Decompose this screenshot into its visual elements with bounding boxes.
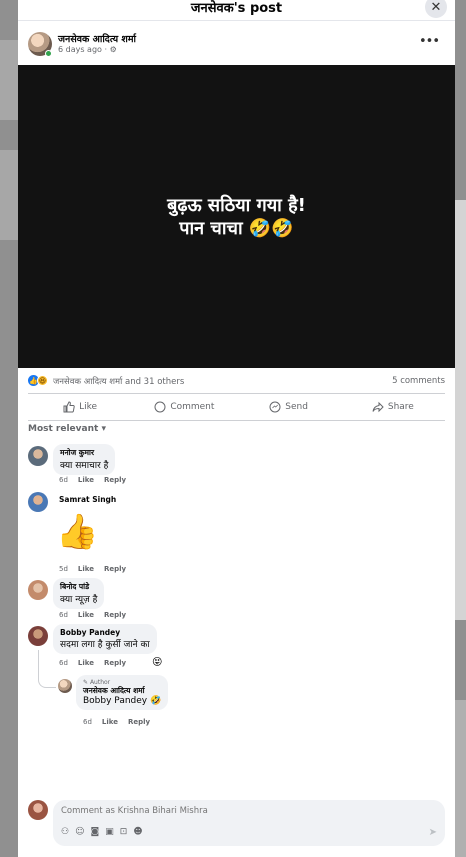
comment-bubble: Bobby Pandey सदमा लगा है कुर्सी जाने का (53, 624, 157, 654)
comment-input[interactable] (61, 806, 361, 816)
reaction-tongue-icon[interactable]: 😝 (152, 657, 162, 668)
comment-meta: 6d Like Reply (59, 611, 136, 619)
comment-meta: 6d Like Reply (83, 718, 160, 726)
comment-time[interactable]: 6d (59, 611, 68, 619)
comment-reply-button[interactable]: Reply (128, 718, 150, 726)
comment-reply-button[interactable]: Reply (104, 611, 126, 619)
commenter-name[interactable]: Samrat Singh (59, 495, 116, 504)
comment-text: क्या समाचार है (60, 461, 109, 471)
photo-icon[interactable]: ▣ (105, 827, 114, 837)
comment-reply-button[interactable]: Reply (104, 476, 126, 484)
bg-panel (455, 700, 466, 857)
reply-thread-line (38, 650, 56, 688)
gif-icon[interactable]: ⊡ (120, 827, 128, 837)
comment-text: सदमा लगा है कुर्सी जाने का (60, 640, 150, 650)
close-icon: ✕ (430, 0, 442, 15)
comment-time[interactable]: 6d (59, 659, 68, 667)
like-icon (63, 401, 75, 413)
comment-bubble: बिनोद पांडे क्या न्यूज़ है (53, 578, 105, 609)
avatar[interactable] (28, 626, 48, 646)
post-image[interactable]: बुढ़ऊ सठिया गया है! पान चाचा 🤣🤣 (18, 65, 455, 368)
thumbs-up-sticker-icon: 👍 (56, 512, 99, 552)
messenger-icon (269, 401, 281, 413)
comment-text: Bobby Pandey 🤣 (83, 696, 162, 706)
divider (28, 420, 445, 421)
sticker-icon[interactable]: ⚇ (61, 827, 69, 837)
share-icon (372, 401, 384, 413)
comment-count[interactable]: 5 comments (392, 376, 445, 386)
composer-tools: ⚇ ☺ ◙ ▣ ⊡ ☻ (61, 827, 143, 837)
author-name[interactable]: जनसेवक आदित्य शर्मा (58, 32, 136, 45)
comment-like-button[interactable]: Like (102, 718, 118, 726)
more-options-button[interactable]: ••• (419, 34, 440, 49)
avatar[interactable] (28, 446, 48, 466)
commenter-name[interactable]: बिनोद पांडे (60, 582, 97, 592)
online-status-icon (45, 50, 52, 57)
divider (18, 20, 455, 21)
comment-reply-button[interactable]: Reply (104, 659, 126, 667)
comment-bubble: मनोज कुमार क्या समाचार है (53, 444, 116, 475)
post-modal: जनसेवक's post ✕ जनसेवक आदित्य शर्मा 6 da… (18, 0, 455, 857)
comment-composer: ⚇ ☺ ◙ ▣ ⊡ ☻ ➤ (28, 800, 445, 848)
comment-meta: 6d Like Reply (59, 659, 136, 667)
commenter-name[interactable]: जनसेवक आदित्य शर्मा (83, 686, 161, 696)
post-author: जनसेवक आदित्य शर्मा 6 days ago · ⚙ ••• (28, 32, 443, 60)
avatar[interactable] (28, 800, 48, 820)
post-image-text: बुढ़ऊ सठिया गया है! पान चाचा 🤣🤣 (167, 194, 306, 239)
bg-panel (455, 200, 466, 620)
avatar-sticker-icon[interactable]: ☻ (133, 827, 142, 837)
bg-thumb (0, 150, 18, 240)
camera-icon[interactable]: ◙ (90, 827, 99, 837)
comment-icon (154, 401, 166, 413)
pen-icon: ✎ (83, 679, 89, 686)
action-bar: Like Comment Send Share (28, 397, 445, 417)
haha-reaction-icon[interactable]: 😆 (37, 375, 48, 386)
avatar[interactable] (58, 679, 72, 693)
comment-time[interactable]: 5d (59, 565, 68, 573)
comment-reply-button[interactable]: Reply (104, 565, 126, 573)
comment-like-button[interactable]: Like (78, 659, 94, 667)
send-comment-icon[interactable]: ➤ (429, 827, 437, 838)
like-button[interactable]: Like (28, 397, 132, 417)
comment-like-button[interactable]: Like (78, 611, 94, 619)
commenter-name[interactable]: Bobby Pandey (60, 628, 150, 637)
reactions-bar: 👍 😆 जनसेवक आदित्य शर्मा and 31 others 5 … (28, 374, 445, 388)
reply-bubble: ✎ Author जनसेवक आदित्य शर्मा Bobby Pande… (76, 675, 169, 710)
share-button[interactable]: Share (341, 397, 445, 417)
emoji-icon[interactable]: ☺ (75, 827, 84, 837)
sort-dropdown[interactable]: Most relevant ▾ (28, 424, 106, 434)
caret-down-icon: ▾ (101, 424, 106, 434)
post-time[interactable]: 6 days ago · ⚙ (58, 45, 117, 54)
avatar[interactable] (28, 580, 48, 600)
comment-button[interactable]: Comment (132, 397, 236, 417)
comment-meta: 5d Like Reply (59, 565, 136, 573)
comment-time[interactable]: 6d (83, 718, 92, 726)
comment-like-button[interactable]: Like (78, 476, 94, 484)
comment-like-button[interactable]: Like (78, 565, 94, 573)
comment-meta: 6d Like Reply (59, 476, 136, 484)
commenter-name[interactable]: मनोज कुमार (60, 448, 108, 458)
comment-text: क्या न्यूज़ है (60, 595, 98, 605)
send-button[interactable]: Send (237, 397, 341, 417)
privacy-icon: · ⚙ (104, 45, 117, 54)
avatar[interactable] (28, 492, 48, 512)
reaction-names[interactable]: जनसेवक आदित्य शर्मा and 31 others (53, 376, 184, 387)
comment-time[interactable]: 6d (59, 476, 68, 484)
bg-thumb (0, 40, 18, 120)
author-badge: ✎ Author (83, 679, 111, 686)
modal-title: जनसेवक's post (190, 1, 283, 16)
divider (28, 393, 445, 394)
comment-box[interactable]: ⚇ ☺ ◙ ▣ ⊡ ☻ ➤ (53, 800, 445, 846)
